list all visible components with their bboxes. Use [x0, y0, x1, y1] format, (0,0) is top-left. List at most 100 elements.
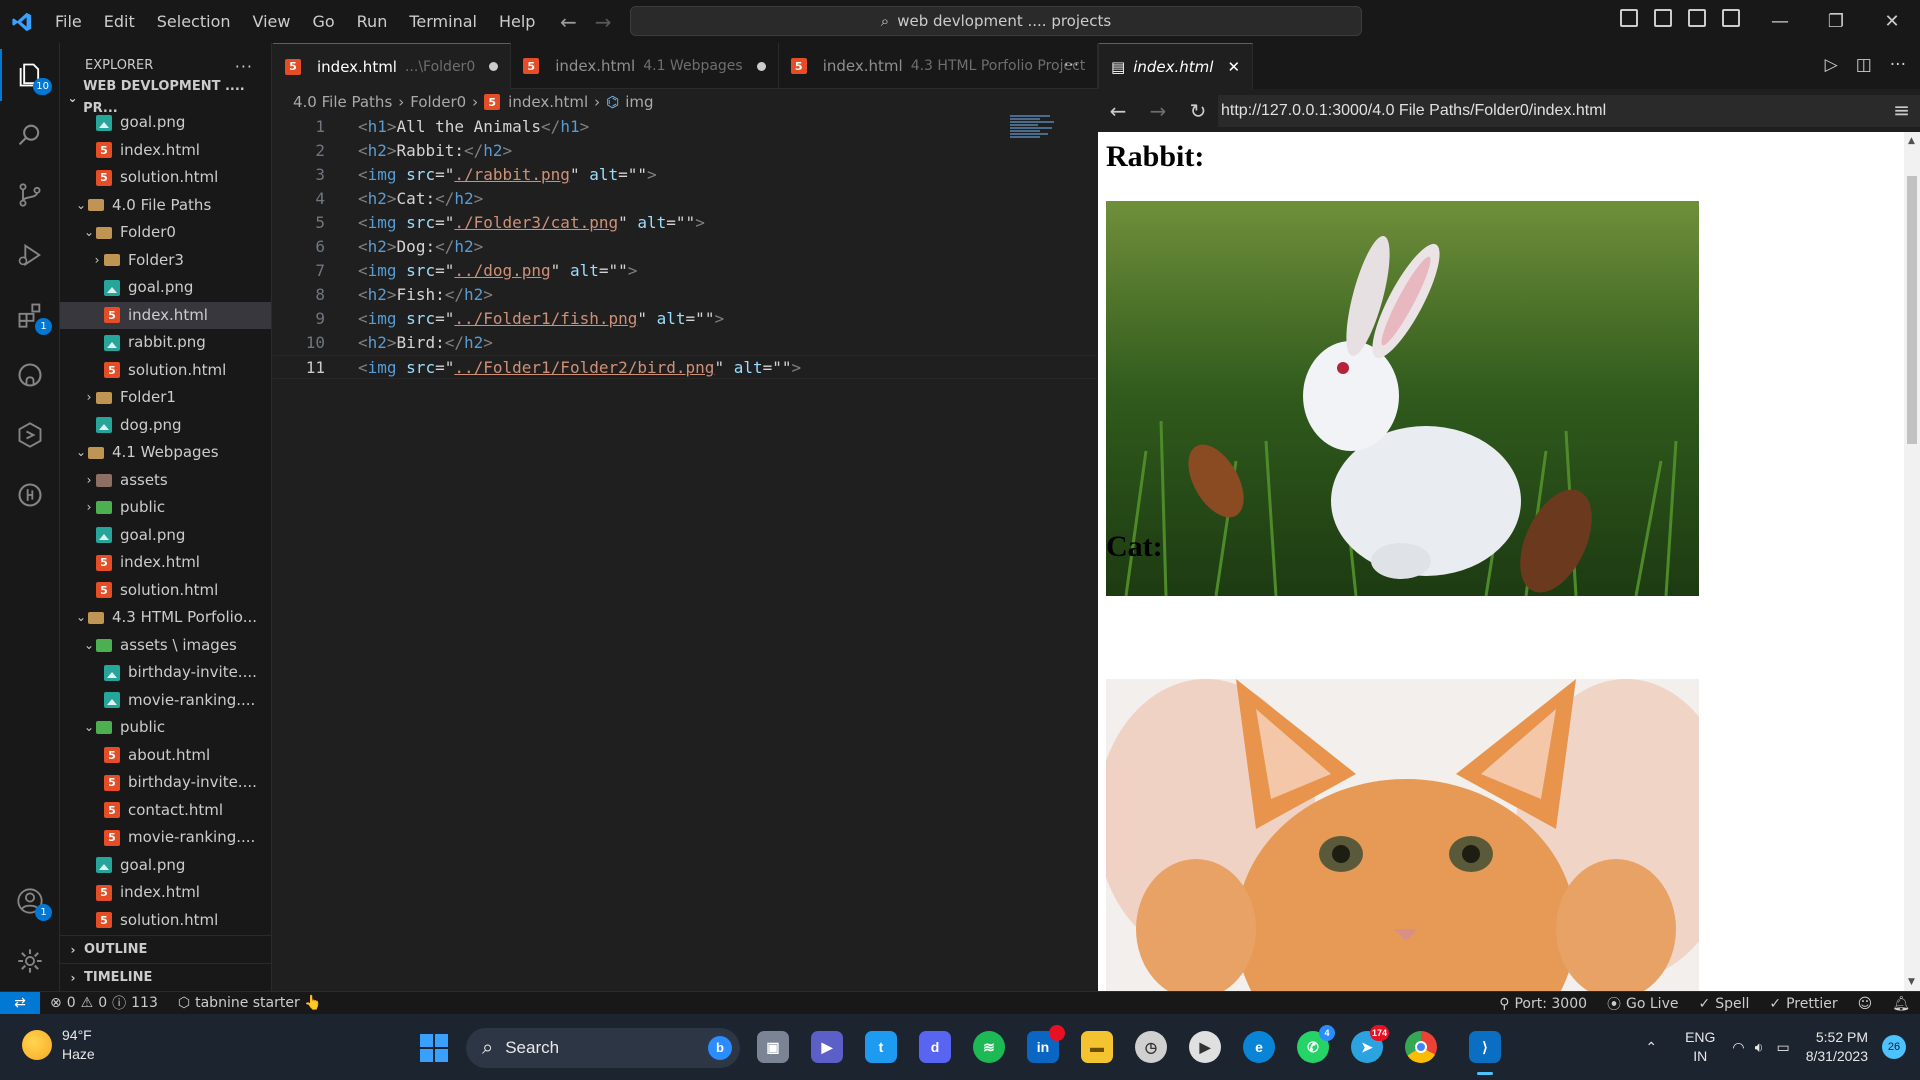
tree-item[interactable]: ⌄ Folder0 — [60, 219, 271, 247]
breadcrumb-item[interactable]: Folder0 — [410, 93, 466, 111]
preview-scrollbar[interactable]: ▲ ▼ — [1904, 132, 1920, 991]
media-player-icon[interactable]: ▶ — [1189, 1031, 1221, 1063]
breadcrumb-item[interactable]: img — [625, 93, 653, 111]
weather-widget[interactable]: 94°F Haze — [22, 1026, 95, 1064]
close-icon[interactable]: ✕ — [1227, 58, 1240, 76]
accounts-icon[interactable]: 1 — [12, 883, 52, 921]
tree-item[interactable]: 5 solution.html — [60, 907, 271, 935]
telegram-icon[interactable]: ➤ 174 — [1351, 1025, 1389, 1063]
source-control-icon[interactable] — [12, 177, 48, 213]
tree-item[interactable]: ⌄ 4.0 File Paths — [60, 192, 271, 220]
tree-item[interactable]: 5 solution.html — [60, 357, 271, 385]
breadcrumb-item[interactable]: 4.0 File Paths — [293, 93, 392, 111]
discord-icon[interactable]: d — [919, 1031, 951, 1063]
tree-item[interactable]: 5 contact.html — [60, 797, 271, 825]
timeline-section[interactable]: › TIMELINE — [60, 963, 271, 991]
code-line[interactable]: 11 <img src="../Folder1/Folder2/bird.png"… — [273, 355, 1097, 379]
spell-status[interactable]: ✓ Spell — [1688, 996, 1759, 1012]
wifi-icon[interactable]: ◠ — [1727, 1039, 1749, 1056]
whatsapp-icon[interactable]: ✆ 4 — [1297, 1025, 1335, 1063]
tree-item[interactable]: rabbit.png — [60, 329, 271, 357]
menu-go[interactable]: Go — [301, 0, 345, 43]
tree-item[interactable]: 5 solution.html — [60, 164, 271, 192]
editor-tab[interactable]: 5 index.html 4.1 Webpages — [511, 43, 779, 89]
code-line[interactable]: 4 <h2>Cat:</h2> — [273, 187, 1097, 211]
tree-item[interactable]: ⌄ assets \ images — [60, 632, 271, 660]
tab-more-icon[interactable]: ··· — [1064, 55, 1079, 74]
code-line[interactable]: 3 <img src="./rabbit.png" alt=""> — [273, 163, 1097, 187]
menu-terminal[interactable]: Terminal — [398, 0, 488, 43]
toggle-panel-icon[interactable] — [1654, 9, 1672, 27]
volume-icon[interactable]: 🔉︎ — [1750, 1039, 1769, 1056]
vscode-taskbar-icon[interactable]: ⟩ — [1469, 1031, 1501, 1075]
scroll-down-icon[interactable]: ▼ — [1908, 977, 1915, 987]
tree-item[interactable]: goal.png — [60, 852, 271, 880]
hamburger-menu-icon[interactable]: ≡ — [1893, 98, 1910, 122]
tree-item[interactable]: › public — [60, 494, 271, 522]
url-bar[interactable]: http://127.0.0.1:3000/4.0 File Paths/Fol… — [1218, 95, 1920, 127]
tree-item[interactable]: ⌄ 4.3 HTML Porfolio... — [60, 604, 271, 632]
tree-item[interactable]: ⌄ 4.1 Webpages — [60, 439, 271, 467]
toggle-primary-sidebar-icon[interactable] — [1620, 9, 1638, 27]
customize-layout-icon[interactable] — [1722, 9, 1740, 27]
twitter-icon[interactable]: t — [865, 1031, 897, 1063]
menu-edit[interactable]: Edit — [93, 0, 146, 43]
tree-item[interactable]: 5 solution.html — [60, 577, 271, 605]
menu-view[interactable]: View — [242, 0, 302, 43]
tree-item[interactable]: goal.png — [60, 274, 271, 302]
editor-tab[interactable]: 5 index.html ...\Folder0 — [273, 43, 512, 89]
preview-back-icon[interactable]: ← — [1098, 99, 1138, 123]
menu-run[interactable]: Run — [346, 0, 399, 43]
tree-item[interactable]: › Folder1 — [60, 384, 271, 412]
tree-item[interactable]: movie-ranking.... — [60, 687, 271, 715]
feedback-icon[interactable]: ☺ — [1848, 996, 1883, 1012]
run-debug-icon[interactable] — [12, 237, 48, 273]
language-indicator[interactable]: ENG IN — [1673, 1028, 1727, 1066]
clock-app-icon[interactable]: ◷ — [1135, 1031, 1167, 1063]
code-line[interactable]: 1 <h1>All the Animals</h1> — [273, 115, 1097, 139]
edge-icon[interactable]: e — [1243, 1031, 1275, 1063]
split-editor-icon[interactable]: ◫ — [1856, 55, 1872, 75]
scrollbar-thumb[interactable] — [1907, 176, 1917, 444]
unsaved-dot-icon[interactable] — [489, 62, 499, 71]
git-graph-icon[interactable] — [12, 477, 48, 513]
tree-item[interactable]: goal.png — [60, 109, 271, 137]
code-line[interactable]: 8 <h2>Fish:</h2> — [273, 283, 1097, 307]
tree-item[interactable]: 5 about.html — [60, 742, 271, 770]
forward-arrow-icon[interactable]: → — [595, 10, 612, 34]
more-actions-icon[interactable]: ··· — [1890, 55, 1906, 75]
tree-item[interactable]: 5 index.html — [60, 301, 271, 329]
run-icon[interactable]: ▷ — [1825, 55, 1838, 75]
explorer-more-icon[interactable]: ··· — [235, 57, 253, 76]
spotify-icon[interactable]: ≋ — [973, 1031, 1005, 1063]
chrome-icon[interactable] — [1405, 1031, 1437, 1063]
manage-gear-icon[interactable] — [12, 943, 48, 979]
tree-item[interactable]: 5 index.html — [60, 549, 271, 577]
search-icon[interactable] — [12, 117, 48, 153]
reload-icon[interactable]: ↻ — [1178, 99, 1218, 123]
tree-item[interactable]: 5 birthday-invite.... — [60, 769, 271, 797]
toggle-secondary-sidebar-icon[interactable] — [1688, 9, 1706, 27]
prettier-status[interactable]: ✓ Prettier — [1759, 996, 1847, 1012]
github-icon[interactable] — [12, 357, 48, 393]
tree-item[interactable]: dog.png — [60, 412, 271, 440]
battery-icon[interactable]: ▭ — [1768, 1039, 1797, 1056]
tree-item[interactable]: › Folder3 — [60, 247, 271, 275]
taskbar-search[interactable]: ⌕ Search b — [466, 1028, 740, 1068]
minimap[interactable] — [1010, 115, 1056, 141]
remote-indicator-icon[interactable]: ⇄ — [0, 991, 40, 1015]
minimize-button[interactable]: — — [1752, 0, 1808, 43]
editor-tab[interactable]: 5 index.html 4.3 HTML Porfolio Project — [779, 43, 1099, 89]
scroll-up-icon[interactable]: ▲ — [1908, 136, 1915, 146]
extensions-icon[interactable]: 1 — [12, 297, 52, 335]
clock[interactable]: 5:52 PM 8/31/2023 — [1798, 1028, 1876, 1066]
unsaved-dot-icon[interactable] — [756, 61, 766, 71]
teams-chat-icon[interactable]: ▶ — [811, 1031, 843, 1063]
code-line[interactable]: 6 <h2>Dog:</h2> — [273, 235, 1097, 259]
breadcrumb-item[interactable]: index.html — [508, 93, 588, 111]
go-live-button[interactable]: ⦿ Go Live — [1597, 994, 1688, 1014]
notification-count-badge[interactable]: 26 — [1882, 1035, 1906, 1059]
tree-item[interactable]: ⌄ public — [60, 714, 271, 742]
preview-forward-icon[interactable]: → — [1138, 99, 1178, 123]
code-editor[interactable]: 1 <h1>All the Animals</h1> 2 <h2>Rabbit:</h… — [273, 115, 1097, 991]
